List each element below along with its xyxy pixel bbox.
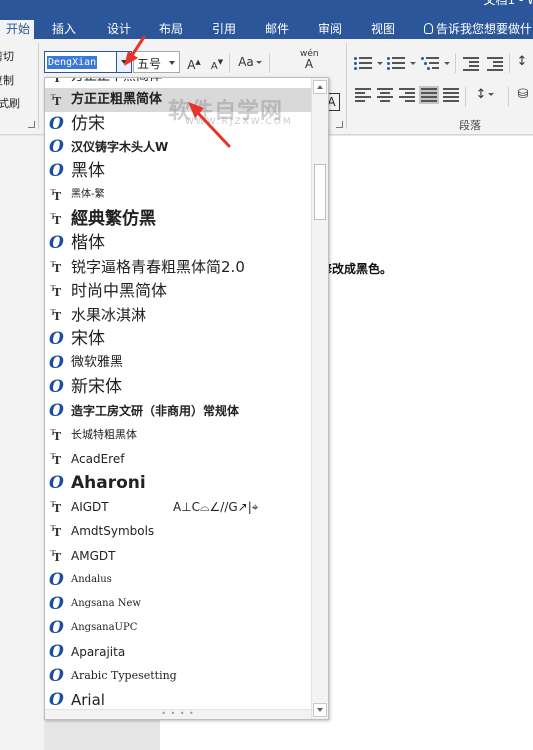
arrow-to-font-dropdown: [124, 35, 146, 66]
arrow-to-font-item: [188, 102, 231, 148]
word-window: 文档1 - W 开始 插入 设计 布局 引用 邮件 审阅 视图 告诉我您想要做什…: [0, 0, 533, 750]
annotation-arrows: [124, 35, 231, 148]
